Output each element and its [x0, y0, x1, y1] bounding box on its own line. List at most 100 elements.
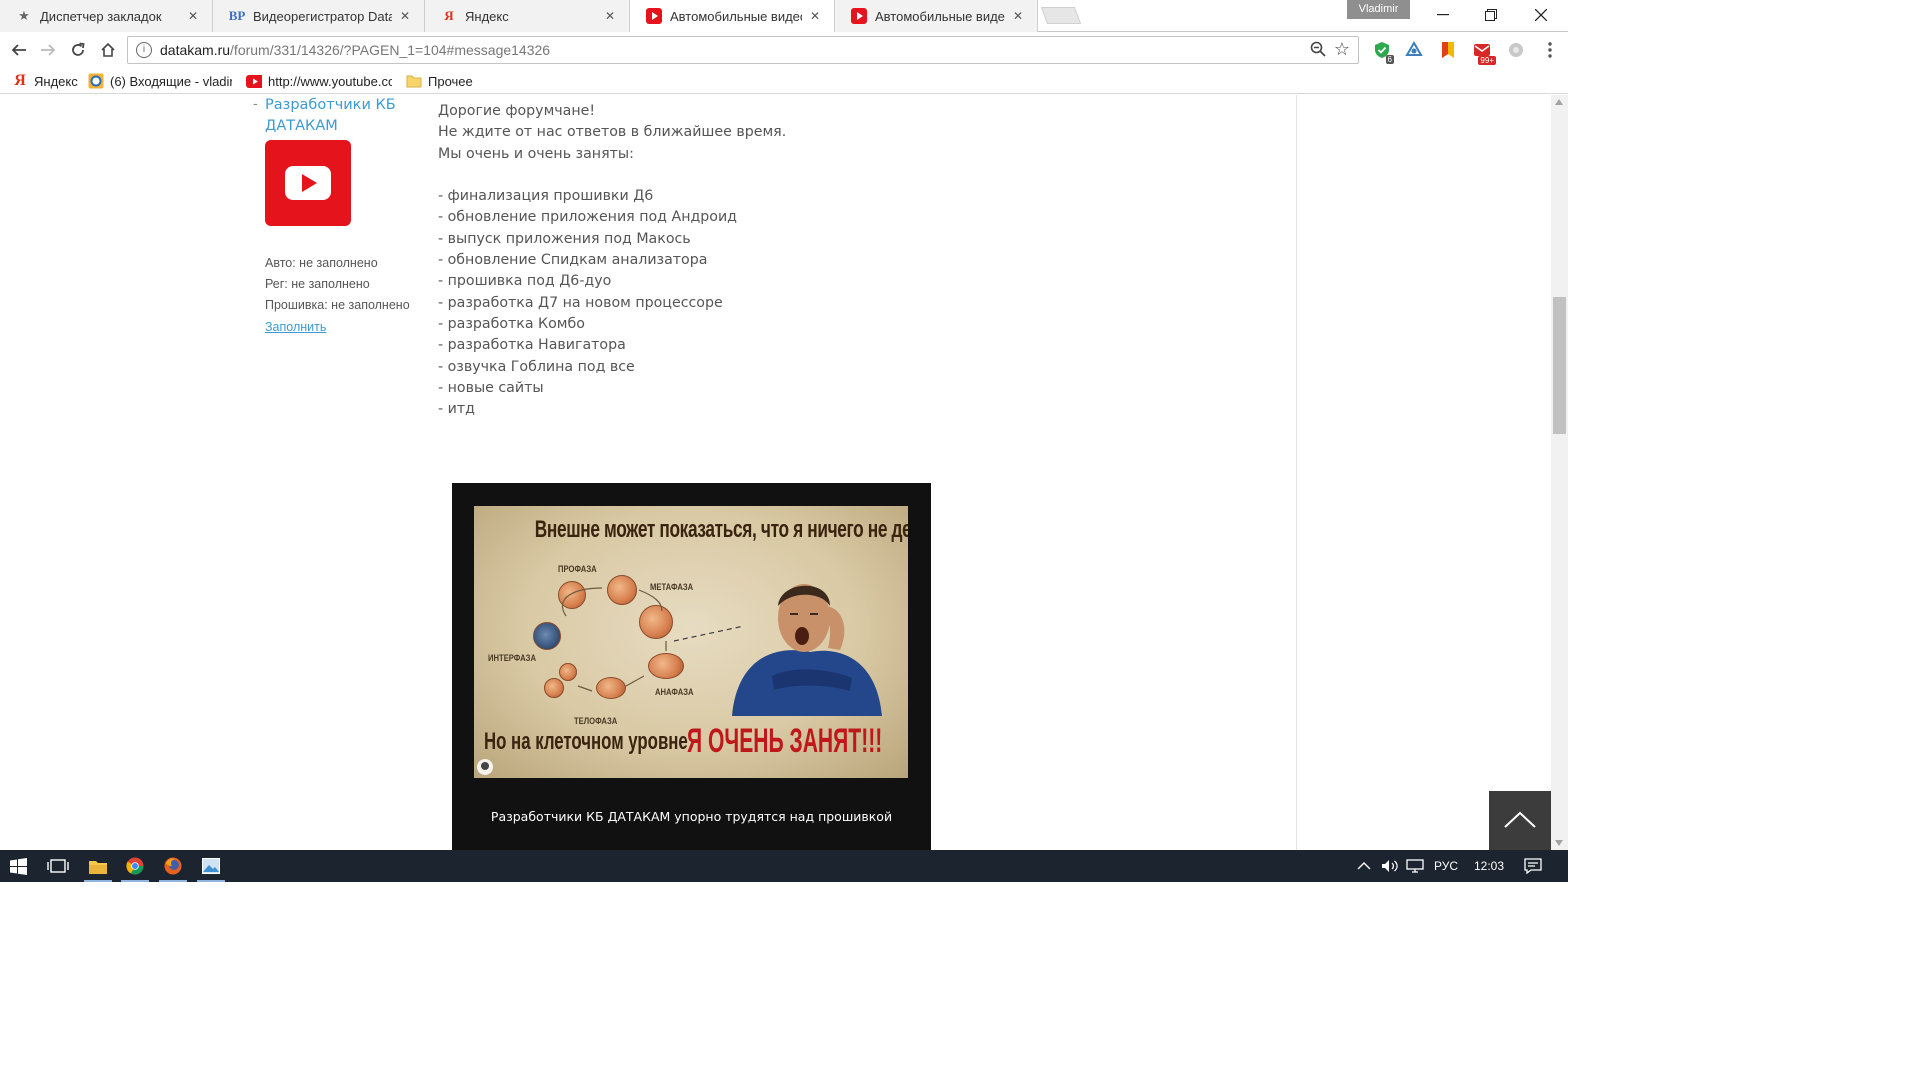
volume-icon[interactable] [1381, 850, 1399, 882]
file-explorer-icon[interactable] [80, 850, 116, 882]
page-content: - Разработчики КБ ДАТАКАМ Авто: не запол… [0, 95, 1551, 850]
scrollbar-thumb[interactable] [1553, 297, 1566, 434]
photos-app-icon[interactable] [193, 850, 229, 882]
meme-bottom-left-text: Но на клеточном уровне [484, 728, 688, 755]
image-caption: Разработчики КБ ДАТАКАМ упорно трудятся … [490, 809, 893, 824]
url-text[interactable]: datakam.ru/forum/331/14326/?PAGEN_1=104#… [160, 42, 550, 58]
windows-start-icon[interactable] [0, 850, 36, 882]
window-close-icon[interactable] [1518, 0, 1564, 30]
bookmark-folder-other[interactable]: Прочее [406, 71, 473, 91]
bookmark-label: Яндекс [34, 73, 78, 89]
post-line: Мы очень и очень заняты: [438, 145, 634, 162]
post-line: - разработка Навигатора [438, 337, 626, 354]
bookmark-label: Прочее [428, 73, 473, 89]
column-divider [1296, 95, 1297, 850]
star-icon: ★ [18, 8, 30, 24]
tab-title: Диспетчер закладок [40, 8, 162, 24]
meme-bottom-right-text: Я ОЧЕНЬ ЗАНЯТ!!! [687, 722, 883, 760]
tab-datakam-forum-active[interactable]: Автомобильные видеорегистраторы ✕ [630, 0, 835, 32]
close-icon[interactable]: ✕ [1011, 9, 1025, 23]
author-avatar[interactable] [265, 140, 351, 226]
close-icon[interactable]: ✕ [603, 9, 617, 23]
close-icon[interactable]: ✕ [186, 9, 200, 23]
post-line: - разработка Д7 на новом процессоре [438, 294, 723, 311]
bookmark-inbox[interactable]: (6) Входящие - vladimir [88, 71, 232, 91]
network-icon[interactable] [1406, 850, 1424, 882]
yawning-man-figure [732, 584, 882, 716]
notifications-icon[interactable] [1524, 850, 1542, 882]
url-host: datakam.ru [160, 42, 231, 58]
post-line: - финализация прошивки Д6 [438, 188, 654, 205]
post-body: Дорогие форумчане! Не ждите от нас ответ… [438, 101, 786, 420]
tab-title: Видеорегистратор Datakam [253, 8, 392, 24]
author-name-link[interactable]: Разработчики КБ ДАТАКАМ [265, 95, 415, 137]
grey-extension-icon[interactable] [1506, 40, 1526, 60]
close-icon[interactable]: ✕ [398, 9, 412, 23]
drive-extension-icon[interactable] [1404, 40, 1424, 60]
post-line: - выпуск приложения под Макось [438, 230, 691, 247]
profile-field-firmware: Прошивка: не заполнено [265, 298, 410, 312]
bookmark-youtube[interactable]: http://www.youtube.com [246, 71, 392, 91]
post-line [438, 165, 786, 186]
post-line: - итд [438, 401, 475, 418]
bookmark-label: (6) Входящие - vladimir [110, 73, 232, 89]
chevron-up-icon [1504, 811, 1536, 828]
tray-show-hidden-icon[interactable] [1357, 850, 1371, 882]
post-image-frame[interactable]: Внешне может показаться, что я ничего не… [452, 483, 931, 850]
tab-yandex[interactable]: Я Яндекс ✕ [425, 0, 630, 32]
address-bar[interactable]: i datakam.ru/forum/331/14326/?PAGEN_1=10… [127, 36, 1359, 64]
youtube-icon [246, 73, 262, 89]
chrome-icon[interactable] [117, 850, 153, 882]
close-icon[interactable]: ✕ [808, 9, 822, 23]
tab-strip: ★ Диспетчер закладок ✕ BP Видеорегистрат… [0, 0, 1568, 32]
forward-icon[interactable] [36, 38, 60, 62]
folder-icon [406, 73, 422, 89]
vr-logo-icon: BP [228, 8, 246, 23]
mail-icon [88, 73, 104, 89]
input-language[interactable]: РУС [1434, 850, 1458, 882]
clock[interactable]: 12:03 [1474, 850, 1504, 882]
post-line: - обновление приложения под Андроид [438, 209, 737, 226]
profile-badge[interactable]: Vladimir [1347, 0, 1410, 19]
profile-field-car: Авто: не заполнено [265, 256, 378, 270]
bookmarks-bar: Я Яндекс (6) Входящие - vladimir http://… [0, 68, 1568, 94]
post-line: Дорогие форумчане! [438, 103, 596, 119]
new-tab-button[interactable] [1040, 7, 1082, 24]
bookmark-yandex[interactable]: Я Яндекс [12, 71, 78, 91]
datakam-play-icon [646, 8, 662, 24]
mail-extension-icon[interactable]: 99+ [1472, 40, 1496, 65]
mail-badge: 99+ [1478, 56, 1496, 65]
tab-datakam-vr[interactable]: BP Видеорегистратор Datakam ✕ [213, 0, 425, 32]
menu-icon[interactable] [1540, 40, 1560, 60]
yandex-icon: Я [444, 8, 454, 23]
profile-field-recorder: Рег: не заполнено [265, 277, 370, 291]
tab-title: Автомобильные видеорегистраторы [670, 8, 802, 24]
vertical-scrollbar[interactable] [1551, 95, 1568, 850]
firefox-icon[interactable] [155, 850, 191, 882]
post-line: Не ждите от нас ответов в ближайшее врем… [438, 124, 787, 141]
tab-bookmark-manager[interactable]: ★ Диспетчер закладок ✕ [0, 0, 213, 32]
watermark-icon [477, 759, 493, 775]
author-bullet: - [253, 97, 258, 112]
datakam-play-icon [285, 166, 331, 200]
windows-taskbar: РУС 12:03 [0, 850, 1568, 882]
zoom-icon[interactable] [1310, 41, 1326, 61]
bookmark-label: http://www.youtube.com [268, 73, 392, 89]
minimize-icon[interactable] [1420, 0, 1466, 30]
scroll-up-arrow-icon[interactable] [1555, 99, 1563, 105]
scroll-to-top-button[interactable] [1489, 791, 1551, 850]
tab-datakam-forum[interactable]: Автомобильные видеорегистраторы ✕ [835, 0, 1038, 32]
site-info-icon[interactable]: i [136, 42, 152, 58]
post-line: - разработка Комбо [438, 315, 585, 332]
home-icon[interactable] [96, 38, 120, 62]
bookmark-extension-icon[interactable] [1438, 40, 1458, 60]
bookmark-star-icon[interactable]: ☆ [1334, 39, 1350, 60]
back-icon[interactable] [7, 38, 31, 62]
scroll-down-arrow-icon[interactable] [1555, 840, 1563, 846]
fill-profile-link[interactable]: Заполнить [265, 320, 326, 334]
shield-extension-icon[interactable]: 6 [1372, 40, 1394, 64]
post-line: - прошивка под Д6-дуо [438, 273, 612, 290]
restore-icon[interactable] [1468, 0, 1514, 30]
task-view-icon[interactable] [40, 850, 76, 882]
reload-icon[interactable] [66, 38, 90, 62]
